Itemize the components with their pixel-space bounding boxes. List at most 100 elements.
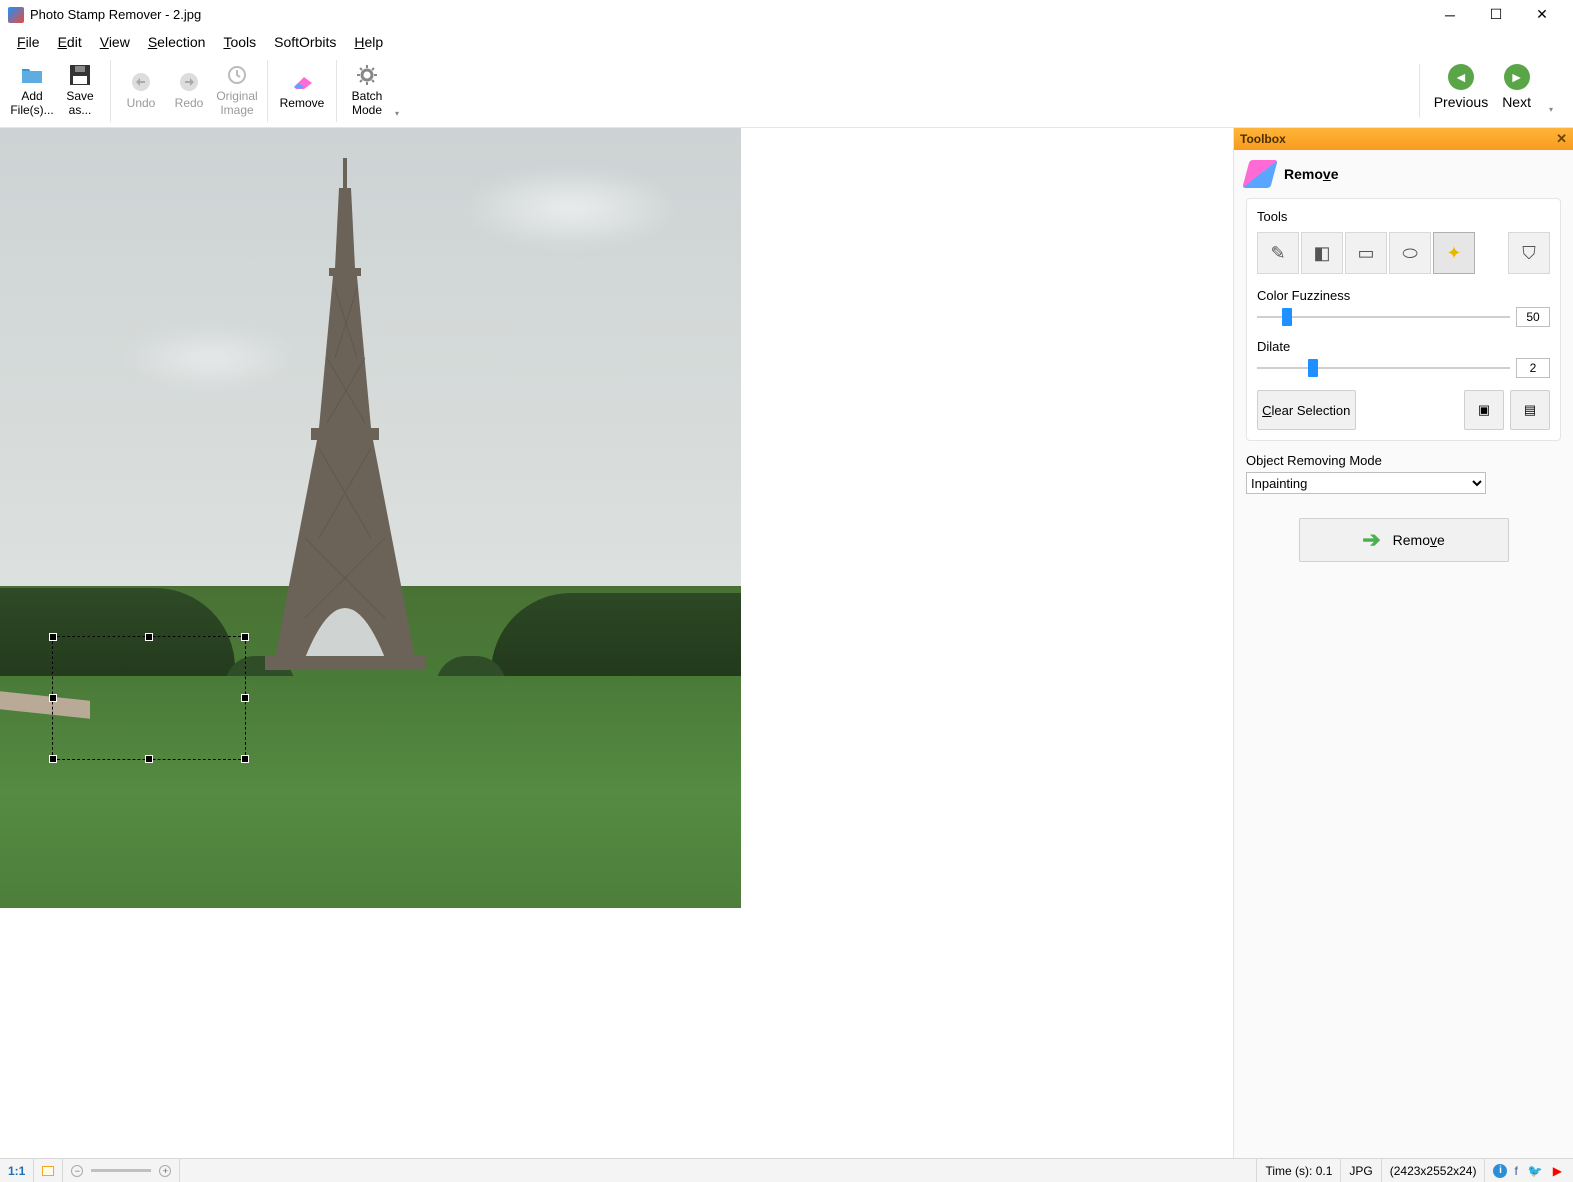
fit-screen-icon bbox=[42, 1166, 54, 1176]
menu-help[interactable]: Help bbox=[345, 31, 392, 53]
status-dimensions: (2423x2552x24) bbox=[1382, 1159, 1486, 1182]
undo-button[interactable]: Undo bbox=[117, 60, 165, 122]
remove-section-title: Remove bbox=[1284, 166, 1339, 182]
fit-to-screen-button[interactable] bbox=[34, 1159, 63, 1182]
color-fuzziness-label: Color Fuzziness bbox=[1257, 288, 1550, 303]
add-files-button[interactable]: Add File(s)... bbox=[8, 60, 56, 122]
tool-eraser[interactable]: ◧ bbox=[1301, 232, 1343, 274]
stamp-icon: ⛉ bbox=[1522, 243, 1536, 264]
facebook-icon[interactable]: f bbox=[1511, 1164, 1520, 1178]
resize-handle-e[interactable] bbox=[241, 694, 249, 702]
arrow-right-icon: ► bbox=[1504, 64, 1530, 90]
color-fuzziness-value[interactable]: 50 bbox=[1516, 307, 1550, 327]
redo-arrow-icon bbox=[177, 70, 201, 94]
object-removing-mode-select[interactable]: Inpainting bbox=[1246, 472, 1486, 494]
resize-handle-sw[interactable] bbox=[49, 755, 57, 763]
zoom-slider[interactable] bbox=[91, 1169, 151, 1172]
close-button[interactable]: ✕ bbox=[1519, 0, 1565, 30]
eraser-shape-icon: ◧ bbox=[1313, 243, 1330, 264]
save-as-label: Save as... bbox=[56, 90, 104, 118]
titlebar: Photo Stamp Remover - 2.jpg ─ ☐ ✕ bbox=[0, 0, 1573, 30]
arrow-left-icon: ◄ bbox=[1448, 64, 1474, 90]
original-image-button[interactable]: Original Image bbox=[213, 60, 261, 122]
folder-open-icon bbox=[20, 63, 44, 87]
original-image-label: Original Image bbox=[213, 90, 261, 118]
toolbox-close-icon[interactable]: ✕ bbox=[1556, 131, 1567, 147]
redo-button[interactable]: Redo bbox=[165, 60, 213, 122]
toolbar-overflow-chevron-icon[interactable]: ▾ bbox=[391, 109, 403, 118]
zoom-out-button[interactable]: − bbox=[71, 1165, 83, 1177]
redo-label: Redo bbox=[175, 97, 204, 111]
dilate-label: Dilate bbox=[1257, 339, 1550, 354]
app-icon bbox=[8, 7, 24, 23]
tool-magic-wand[interactable]: ✦ bbox=[1433, 232, 1475, 274]
twitter-icon[interactable]: 🐦 bbox=[1525, 1164, 1546, 1178]
remove-action-label: Remove bbox=[1393, 532, 1445, 548]
floppy-disk-icon bbox=[68, 63, 92, 87]
remove-toolbar-label: Remove bbox=[280, 97, 325, 111]
resize-handle-nw[interactable] bbox=[49, 633, 57, 641]
eiffel-tower-icon bbox=[265, 158, 425, 688]
tool-marker[interactable]: ✎ bbox=[1257, 232, 1299, 274]
menu-softorbits[interactable]: SoftOrbits bbox=[265, 31, 345, 53]
resize-handle-s[interactable] bbox=[145, 755, 153, 763]
tools-label: Tools bbox=[1257, 209, 1550, 224]
tools-group: Tools ✎ ◧ ▭ ⬭ ✦ ⛉ Color Fuzziness 50 bbox=[1246, 198, 1561, 441]
tool-rectangle-select[interactable]: ▭ bbox=[1345, 232, 1387, 274]
selection-marquee[interactable] bbox=[52, 636, 246, 760]
zoom-ratio[interactable]: 1:1 bbox=[0, 1159, 34, 1182]
main-area: Toolbox ✕ Remove Tools ✎ ◧ ▭ ⬭ ✦ ⛉ Color bbox=[0, 128, 1573, 1158]
next-label: Next bbox=[1502, 94, 1531, 110]
previous-button[interactable]: ◄ Previous bbox=[1434, 64, 1488, 118]
next-button[interactable]: ► Next bbox=[1502, 64, 1531, 118]
dilate-slider[interactable] bbox=[1257, 359, 1510, 377]
resize-handle-w[interactable] bbox=[49, 694, 57, 702]
load-mask-button[interactable]: ▤ bbox=[1510, 390, 1550, 430]
menu-selection[interactable]: Selection bbox=[139, 31, 215, 53]
save-mask-icon: ▣ bbox=[1478, 402, 1490, 418]
minimize-button[interactable]: ─ bbox=[1427, 0, 1473, 30]
tool-clone-stamp[interactable]: ⛉ bbox=[1508, 232, 1550, 274]
zoom-control: − + bbox=[63, 1159, 180, 1182]
gear-icon bbox=[355, 63, 379, 87]
tool-freeform-select[interactable]: ⬭ bbox=[1389, 232, 1431, 274]
youtube-icon[interactable]: ▶ bbox=[1550, 1164, 1565, 1178]
window-title: Photo Stamp Remover - 2.jpg bbox=[30, 7, 1427, 22]
statusbar: 1:1 − + Time (s): 0.1 JPG (2423x2552x24)… bbox=[0, 1158, 1573, 1182]
remove-section-icon bbox=[1242, 160, 1278, 188]
canvas[interactable] bbox=[0, 128, 1233, 1158]
arrow-right-green-icon: ➔ bbox=[1362, 527, 1380, 553]
object-removing-mode-label: Object Removing Mode bbox=[1246, 453, 1561, 468]
batch-mode-button[interactable]: Batch Mode bbox=[343, 60, 391, 122]
magic-wand-icon: ✦ bbox=[1446, 243, 1461, 264]
clear-selection-button[interactable]: Clear Selection bbox=[1257, 390, 1356, 430]
add-files-label: Add File(s)... bbox=[8, 90, 56, 118]
menu-edit[interactable]: Edit bbox=[49, 31, 91, 53]
slider-thumb[interactable] bbox=[1282, 308, 1292, 326]
batch-mode-label: Batch Mode bbox=[343, 90, 391, 118]
color-fuzziness-slider[interactable] bbox=[1257, 308, 1510, 326]
save-mask-button[interactable]: ▣ bbox=[1464, 390, 1504, 430]
toolbox-header[interactable]: Toolbox ✕ bbox=[1234, 128, 1573, 150]
lasso-icon: ⬭ bbox=[1402, 243, 1417, 264]
rectangle-select-icon: ▭ bbox=[1357, 243, 1374, 264]
history-clock-icon bbox=[225, 63, 249, 87]
resize-handle-se[interactable] bbox=[241, 755, 249, 763]
dilate-value[interactable]: 2 bbox=[1516, 358, 1550, 378]
menu-view[interactable]: View bbox=[91, 31, 139, 53]
save-as-button[interactable]: Save as... bbox=[56, 60, 104, 122]
maximize-button[interactable]: ☐ bbox=[1473, 0, 1519, 30]
zoom-in-button[interactable]: + bbox=[159, 1165, 171, 1177]
menu-file[interactable]: File bbox=[8, 31, 49, 53]
resize-handle-ne[interactable] bbox=[241, 633, 249, 641]
eraser-icon bbox=[290, 70, 314, 94]
slider-thumb[interactable] bbox=[1308, 359, 1318, 377]
resize-handle-n[interactable] bbox=[145, 633, 153, 641]
nav-overflow-chevron-icon[interactable]: ▾ bbox=[1545, 105, 1557, 114]
remove-toolbar-button[interactable]: Remove bbox=[274, 60, 330, 122]
image-preview bbox=[0, 128, 741, 908]
info-icon[interactable]: i bbox=[1493, 1164, 1507, 1178]
status-time: Time (s): 0.1 bbox=[1257, 1159, 1341, 1182]
menu-tools[interactable]: Tools bbox=[214, 31, 265, 53]
remove-action-button[interactable]: ➔ Remove bbox=[1299, 518, 1509, 562]
